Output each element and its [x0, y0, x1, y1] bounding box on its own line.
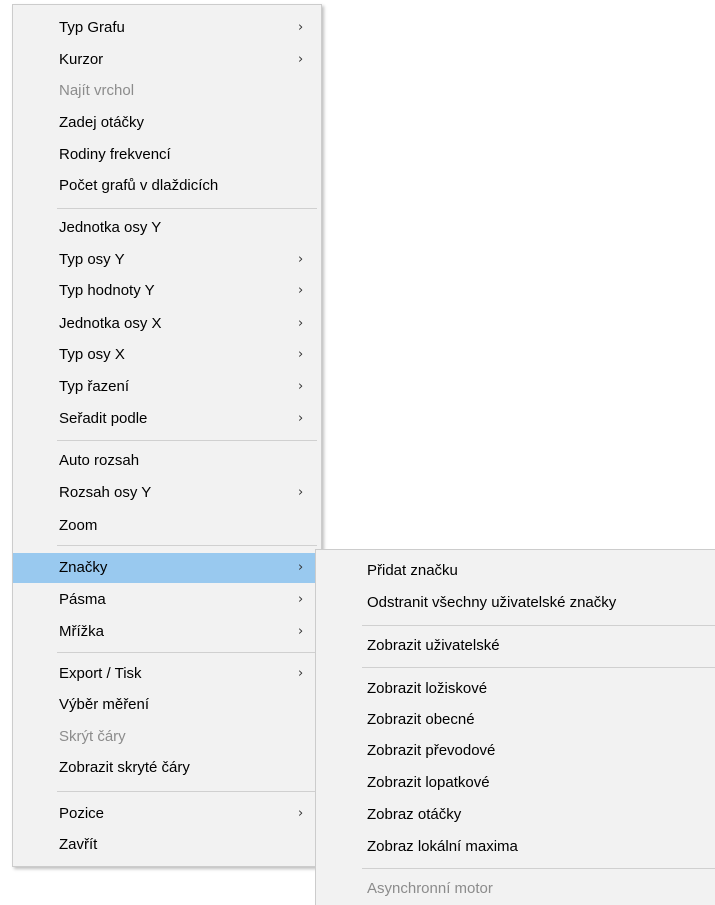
menu-item-label: Typ osy Y	[59, 251, 125, 268]
menu-item-label: Zobrazit obecné	[367, 711, 475, 728]
submenu-item-asynchronni-motor: Asynchronní motor	[316, 875, 715, 903]
menu-item-kurzor[interactable]: Kurzor ›	[13, 46, 321, 74]
menu-item-label: Seřadit podle	[59, 410, 148, 427]
menu-item-label: Skrýt čáry	[59, 728, 126, 745]
menu-separator	[57, 208, 317, 209]
menu-item-label: Zobraz lokální maxima	[367, 838, 518, 855]
submenu-arrow-icon: ›	[298, 20, 304, 35]
menu-item-label: Zoom	[59, 517, 98, 534]
menu-separator	[57, 791, 317, 792]
menu-separator	[362, 868, 715, 869]
menu-separator	[362, 667, 715, 668]
menu-item-label: Zobrazit převodové	[367, 742, 496, 759]
submenu-item-zobrazit-uzivatelske[interactable]: Zobrazit uživatelské	[316, 632, 715, 660]
menu-item-typ-razeni[interactable]: Typ řazení ›	[13, 373, 321, 401]
submenu-arrow-icon: ›	[298, 592, 304, 607]
submenu-item-zobrazit-loziskove[interactable]: Zobrazit ložiskové	[316, 675, 715, 703]
menu-item-zadej-otacky[interactable]: Zadej otáčky	[13, 109, 321, 137]
menu-item-zavrit[interactable]: Zavřít	[13, 831, 321, 859]
menu-item-label: Pásma	[59, 591, 106, 608]
menu-item-mrizka[interactable]: Mřížka ›	[13, 618, 321, 646]
menu-item-jednotka-osy-y[interactable]: Jednotka osy Y	[13, 214, 321, 242]
menu-item-typ-hodnoty-y[interactable]: Typ hodnoty Y ›	[13, 277, 321, 305]
menu-item-label: Mřížka	[59, 623, 104, 640]
menu-item-label: Auto rozsah	[59, 452, 140, 469]
menu-item-label: Značky	[59, 559, 108, 576]
menu-item-typ-grafu[interactable]: Typ Grafu ›	[13, 14, 321, 42]
context-menu: Typ Grafu › Kurzor › Najít vrchol Zadej …	[12, 4, 322, 867]
menu-item-label: Kurzor	[59, 51, 104, 68]
menu-item-seradit-podle[interactable]: Seřadit podle ›	[13, 405, 321, 433]
submenu-znacky: Přidat značku Odstranit všechny uživatel…	[315, 549, 715, 905]
menu-item-label: Jednotka osy X	[59, 315, 162, 332]
menu-item-jednotka-osy-x[interactable]: Jednotka osy X ›	[13, 310, 321, 338]
menu-item-label: Zobrazit ložiskové	[367, 680, 488, 697]
submenu-item-zobrazit-obecne[interactable]: Zobrazit obecné	[316, 706, 715, 734]
menu-item-label: Export / Tisk	[59, 665, 142, 682]
menu-item-label: Počet grafů v dlaždicích	[59, 177, 219, 194]
menu-item-label: Výběr měření	[59, 696, 150, 713]
submenu-arrow-icon: ›	[298, 316, 304, 331]
menu-item-label: Zadej otáčky	[59, 114, 145, 131]
menu-item-export-tisk[interactable]: Export / Tisk ›	[13, 660, 321, 688]
submenu-item-zobraz-lokalni-maxima[interactable]: Zobraz lokální maxima	[316, 833, 715, 861]
submenu-item-pridat-znacku[interactable]: Přidat značku	[316, 557, 715, 585]
menu-item-label: Zobrazit skryté čáry	[59, 759, 190, 776]
menu-item-label: Typ Grafu	[59, 19, 125, 36]
menu-item-rozsah-osy-y[interactable]: Rozsah osy Y ›	[13, 479, 321, 507]
submenu-arrow-icon: ›	[298, 485, 304, 500]
submenu-arrow-icon: ›	[298, 379, 304, 394]
menu-item-typ-osy-x[interactable]: Typ osy X ›	[13, 341, 321, 369]
menu-item-label: Typ řazení	[59, 378, 130, 395]
submenu-arrow-icon: ›	[298, 624, 304, 639]
menu-item-pocet-grafu-v-dlazdicich[interactable]: Počet grafů v dlaždicích	[13, 172, 321, 200]
menu-separator	[57, 440, 317, 441]
menu-separator	[362, 625, 715, 626]
submenu-arrow-icon: ›	[298, 806, 304, 821]
menu-item-label: Typ osy X	[59, 346, 125, 363]
menu-item-auto-rozsah[interactable]: Auto rozsah	[13, 447, 321, 475]
menu-item-label: Zobrazit uživatelské	[367, 637, 500, 654]
menu-item-pozice[interactable]: Pozice ›	[13, 800, 321, 828]
menu-item-label: Asynchronní motor	[367, 880, 493, 897]
submenu-arrow-icon: ›	[298, 347, 304, 362]
menu-item-label: Pozice	[59, 805, 105, 822]
menu-item-label: Rodiny frekvencí	[59, 146, 171, 163]
submenu-item-zobrazit-prevodove[interactable]: Zobrazit převodové	[316, 737, 715, 765]
menu-item-label: Odstranit všechny uživatelské značky	[367, 594, 617, 611]
submenu-item-zobrazit-lopatkove[interactable]: Zobrazit lopatkové	[316, 769, 715, 797]
submenu-item-zobraz-otacky[interactable]: Zobraz otáčky	[316, 801, 715, 829]
menu-item-label: Rozsah osy Y	[59, 484, 152, 501]
menu-item-vyber-mereni[interactable]: Výběr měření	[13, 691, 321, 719]
menu-item-rodiny-frekvenci[interactable]: Rodiny frekvencí	[13, 141, 321, 169]
submenu-arrow-icon: ›	[298, 283, 304, 298]
submenu-arrow-icon: ›	[298, 666, 304, 681]
menu-separator	[57, 545, 317, 546]
submenu-arrow-icon: ›	[298, 560, 304, 575]
submenu-item-odstranit-vsechny-znacky[interactable]: Odstranit všechny uživatelské značky	[316, 589, 715, 617]
submenu-arrow-icon: ›	[298, 52, 304, 67]
submenu-arrow-icon: ›	[298, 252, 304, 267]
menu-item-label: Jednotka osy Y	[59, 219, 162, 236]
menu-item-zoom[interactable]: Zoom	[13, 512, 321, 540]
menu-item-label: Najít vrchol	[59, 82, 135, 99]
menu-item-label: Zobraz otáčky	[367, 806, 462, 823]
submenu-arrow-icon: ›	[298, 411, 304, 426]
menu-item-zobrazit-skryte-cary[interactable]: Zobrazit skryté čáry	[13, 754, 321, 782]
menu-item-znacky[interactable]: Značky ›	[13, 553, 321, 583]
menu-item-skryt-cary: Skrýt čáry	[13, 723, 321, 751]
menu-item-label: Zavřít	[59, 836, 98, 853]
menu-item-typ-osy-y[interactable]: Typ osy Y ›	[13, 246, 321, 274]
menu-item-pasma[interactable]: Pásma ›	[13, 586, 321, 614]
menu-item-label: Typ hodnoty Y	[59, 282, 155, 299]
menu-item-label: Zobrazit lopatkové	[367, 774, 490, 791]
menu-item-najit-vrchol: Najít vrchol	[13, 77, 321, 105]
menu-separator	[57, 652, 317, 653]
menu-item-label: Přidat značku	[367, 562, 458, 579]
